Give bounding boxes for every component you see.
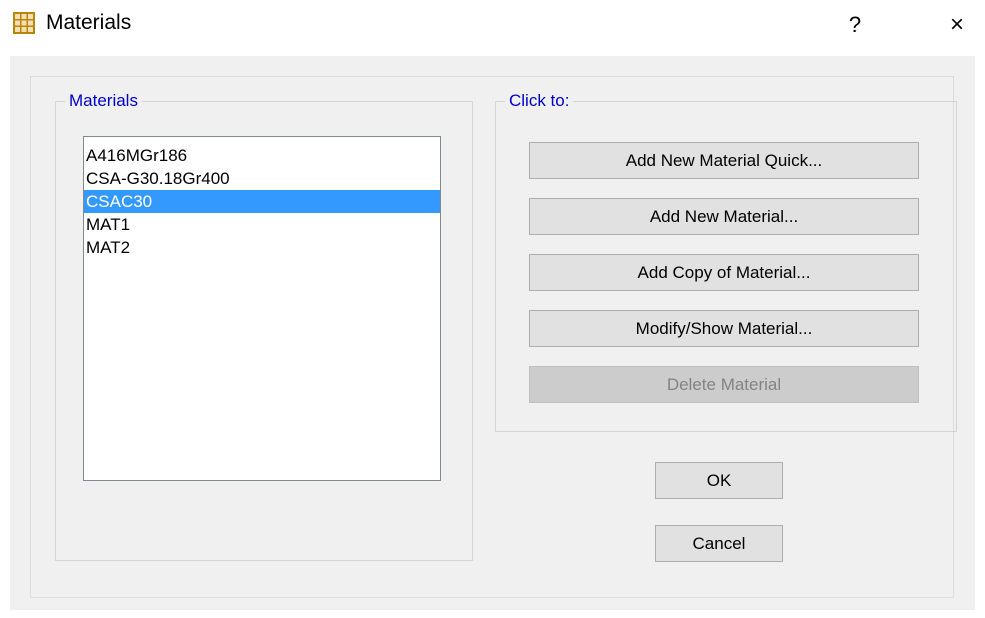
modify-show-material-button[interactable]: Modify/Show Material... [529, 310, 919, 347]
delete-material-button: Delete Material [529, 366, 919, 403]
list-item[interactable]: CSA-G30.18Gr400 [84, 167, 440, 190]
list-item[interactable]: MAT2 [84, 236, 440, 259]
list-item[interactable]: A416MGr186 [84, 144, 440, 167]
add-new-material-button[interactable]: Add New Material... [529, 198, 919, 235]
app-grid-icon [13, 12, 35, 34]
window-title: Materials [46, 11, 132, 34]
dialog-body: Materials A416MGr186 CSA-G30.18Gr400 CSA… [10, 56, 975, 610]
add-new-material-quick-button[interactable]: Add New Material Quick... [529, 142, 919, 179]
click-to-group-title: Click to: [505, 91, 574, 111]
help-button[interactable]: ? [840, 8, 870, 42]
close-button[interactable]: × [940, 8, 974, 42]
list-item[interactable]: MAT1 [84, 213, 440, 236]
ok-button[interactable]: OK [655, 462, 783, 499]
add-copy-of-material-button[interactable]: Add Copy of Material... [529, 254, 919, 291]
materials-group-title: Materials [65, 91, 142, 111]
title-bar: Materials ? × [0, 0, 985, 56]
materials-listbox[interactable]: A416MGr186 CSA-G30.18Gr400 CSAC30 MAT1 M… [83, 136, 441, 481]
cancel-button[interactable]: Cancel [655, 525, 783, 562]
list-item-selected[interactable]: CSAC30 [84, 190, 440, 213]
